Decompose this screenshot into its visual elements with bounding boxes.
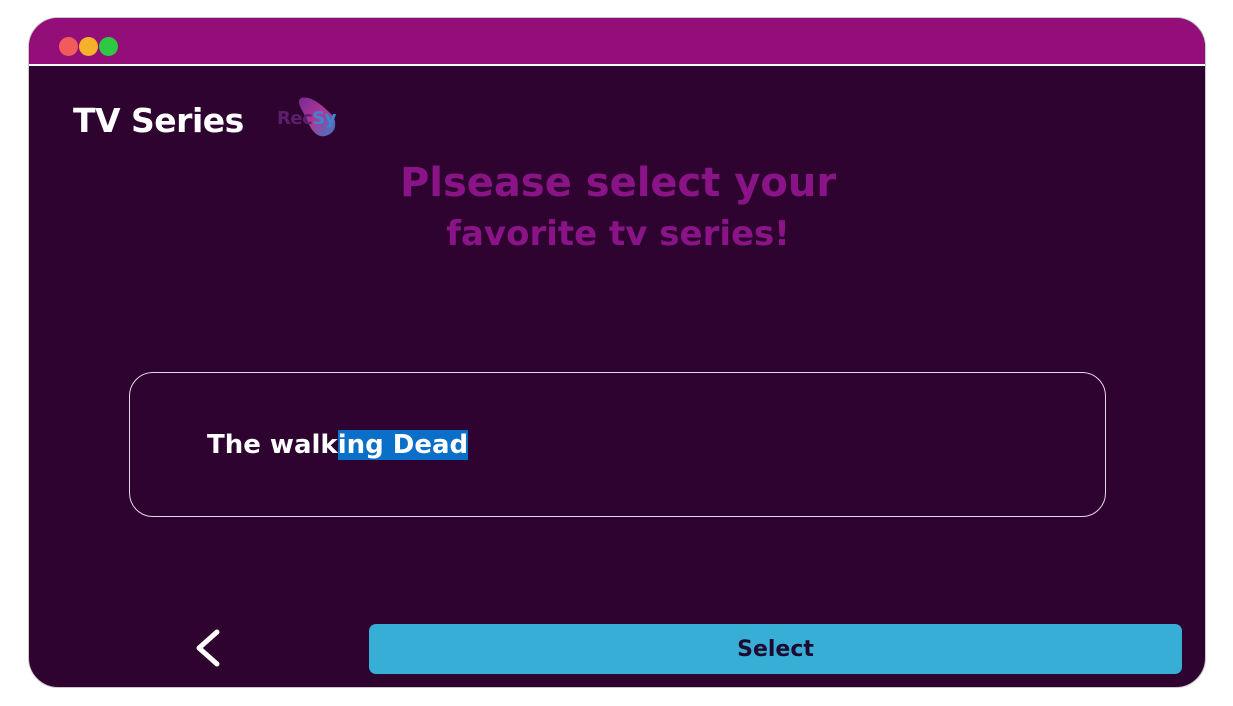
series-value-text: The walk bbox=[207, 430, 338, 460]
app-window: TV Series RecSy Plsease select your favo… bbox=[28, 17, 1206, 688]
series-input-value[interactable]: The walking Dead bbox=[207, 427, 469, 463]
logo-text-sy: Sy bbox=[312, 108, 336, 129]
minimize-window-icon[interactable] bbox=[79, 37, 98, 56]
prompt-line-1: Plsease select your bbox=[399, 160, 837, 206]
prompt-heading: Plsease select your favorite tv series! bbox=[29, 156, 1205, 258]
prompt-line-2: favorite tv series! bbox=[446, 214, 790, 254]
back-button[interactable] bbox=[179, 618, 239, 678]
logo-text-rec: Rec bbox=[277, 108, 313, 129]
series-input[interactable]: The walking Dead bbox=[129, 372, 1106, 517]
title-bar bbox=[29, 18, 1205, 66]
logo-wordmark: RecSy bbox=[277, 108, 336, 129]
maximize-window-icon[interactable] bbox=[99, 37, 118, 56]
chevron-left-icon bbox=[196, 629, 220, 667]
page-title: TV Series bbox=[73, 101, 244, 140]
select-button[interactable]: Select bbox=[369, 624, 1182, 674]
close-window-icon[interactable] bbox=[59, 37, 78, 56]
selected-text-highlight: ing Dead bbox=[337, 430, 469, 460]
